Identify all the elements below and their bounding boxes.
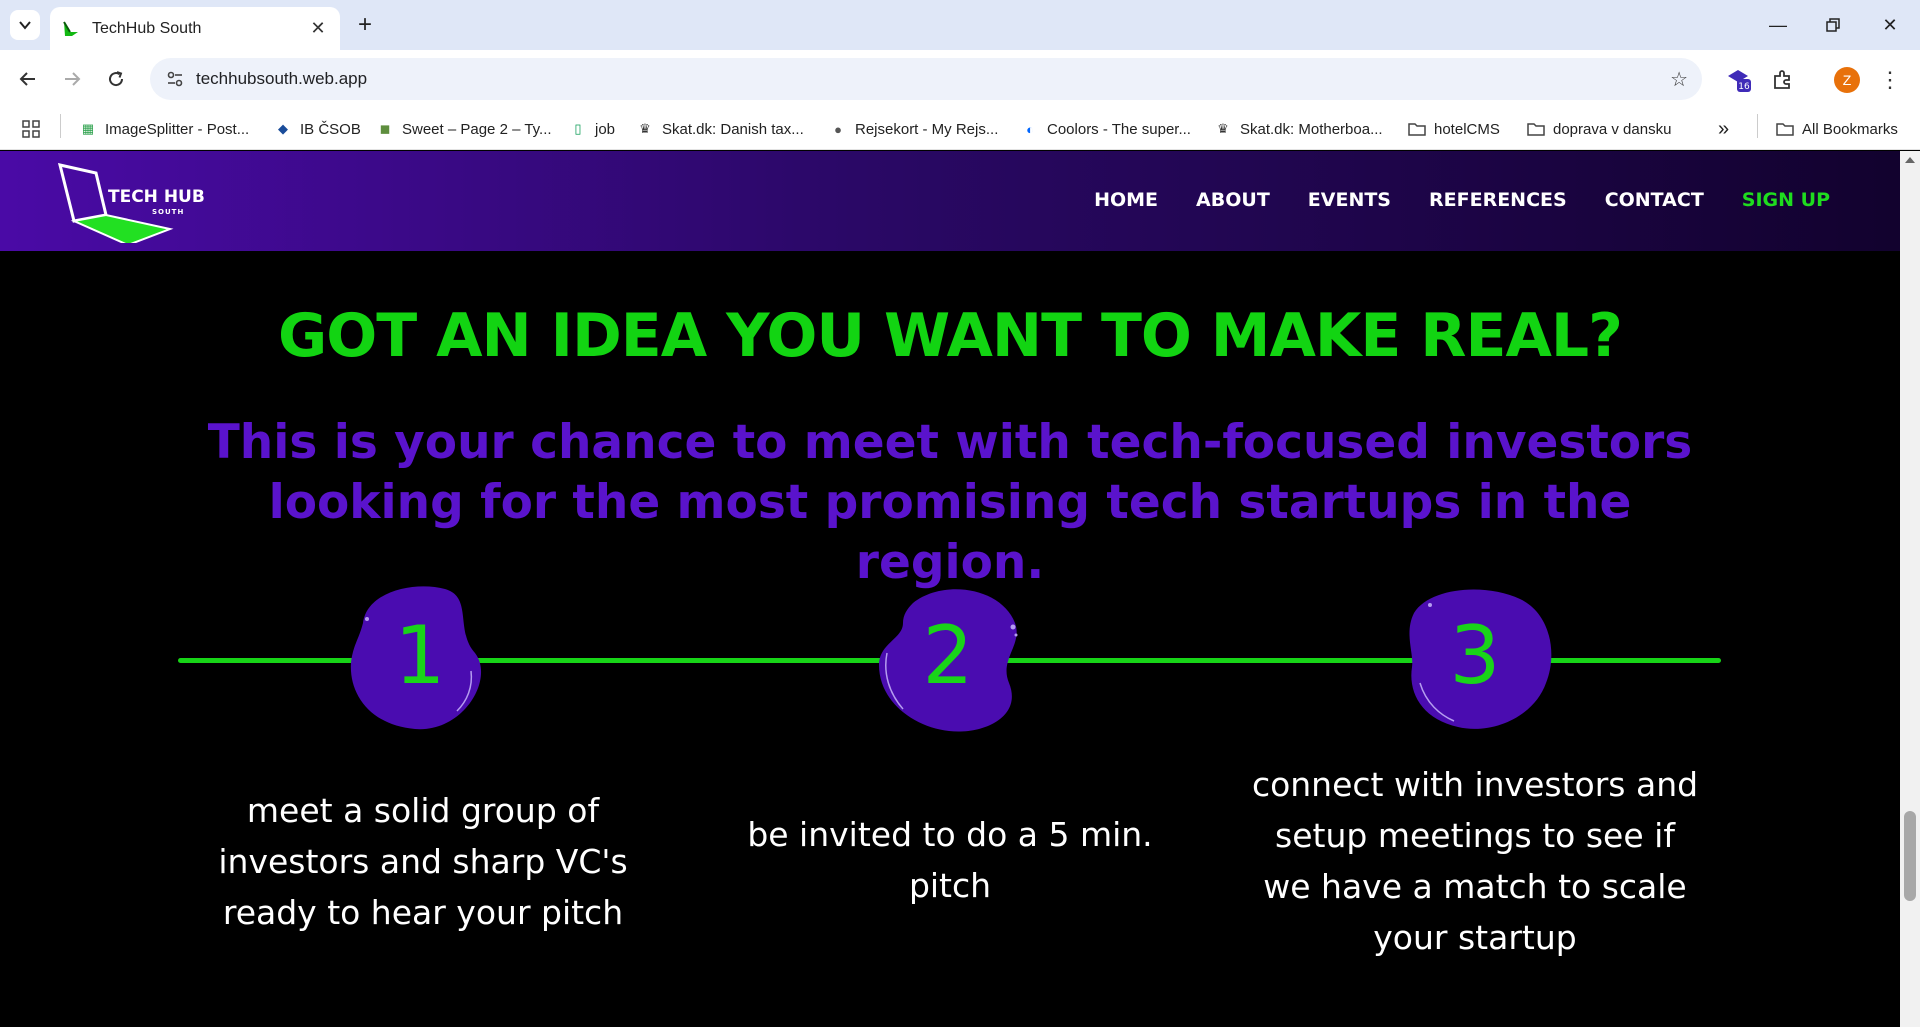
folder-icon: [1527, 120, 1545, 138]
csob-icon: ◆: [278, 121, 288, 136]
page-viewport: TECH HUB SOUTH HOME ABOUT EVENTS REFEREN…: [0, 151, 1900, 1027]
nav-references[interactable]: REFERENCES: [1429, 189, 1567, 211]
arrow-right-icon: [65, 72, 81, 86]
logo-text: TECH HUB: [108, 187, 205, 207]
bookmark-folder[interactable]: doprava v dansku: [1527, 117, 1671, 141]
chevron-down-icon: [19, 21, 31, 30]
bookmark-item[interactable]: ▯ job: [569, 117, 615, 141]
bookmark-item[interactable]: ◼ Sweet – Page 2 – Ty...: [376, 117, 552, 141]
scroll-up-arrow-icon[interactable]: [1905, 157, 1915, 163]
tab-title: TechHub South: [92, 19, 202, 37]
browser-tab-active[interactable]: TechHub South ✕: [50, 7, 340, 50]
new-tab-button[interactable]: +: [350, 10, 380, 40]
extension-icon[interactable]: 16: [1724, 66, 1752, 94]
all-bookmarks-folder[interactable]: All Bookmarks: [1776, 117, 1898, 141]
nav-about[interactable]: ABOUT: [1196, 189, 1270, 211]
logo-subtext: SOUTH: [152, 208, 185, 216]
scrollbar-thumb[interactable]: [1904, 811, 1916, 901]
step-1-text: meet a solid group of investors and shar…: [218, 791, 628, 932]
folder-icon: [1776, 120, 1794, 138]
apps-grid-icon[interactable]: [22, 117, 40, 141]
coolors-icon: ◐: [1026, 121, 1034, 137]
main-nav: HOME ABOUT EVENTS REFERENCES CONTACT SIG…: [1094, 189, 1830, 211]
crown-icon: ♛: [639, 121, 651, 136]
arrow-left-icon: [19, 72, 35, 86]
tab-search-button[interactable]: [10, 10, 40, 40]
page-scrollbar[interactable]: [1900, 151, 1920, 1027]
reload-button[interactable]: [100, 63, 132, 95]
imagesplitter-icon: ▦: [81, 121, 95, 136]
step-3-text: connect with investors and setup meeting…: [1251, 765, 1699, 957]
step-1-badge: 1: [345, 583, 505, 739]
browser-tab-strip: TechHub South ✕ + — ✕: [0, 0, 1920, 50]
nav-events[interactable]: EVENTS: [1308, 189, 1391, 211]
techhub-favicon-icon: [63, 20, 78, 36]
extensions-puzzle-icon[interactable]: [1769, 66, 1797, 94]
hero-headline: GOT AN IDEA YOU WANT TO MAKE REAL?: [278, 301, 1623, 371]
back-button[interactable]: [12, 63, 44, 95]
url-text[interactable]: techhubsouth.web.app: [196, 69, 1670, 89]
address-bar[interactable]: techhubsouth.web.app ☆: [150, 58, 1702, 100]
reload-icon: [109, 71, 124, 87]
bookmark-item[interactable]: ▦ ImageSplitter - Post...: [79, 117, 249, 141]
globe-icon: ●: [834, 121, 842, 137]
step-2-text: be invited to do a 5 min. pitch: [747, 815, 1153, 905]
step-2-badge: 2: [873, 583, 1033, 739]
bookmark-star-icon[interactable]: ☆: [1670, 67, 1688, 92]
shopify-icon: ◼: [379, 121, 391, 136]
bookmark-separator: [60, 114, 61, 138]
close-tab-icon[interactable]: ✕: [308, 18, 328, 39]
step-3-number: 3: [1449, 609, 1501, 702]
bookmarks-overflow-button[interactable]: »: [1718, 117, 1729, 141]
folder-icon: [1408, 120, 1426, 138]
site-header: TECH HUB SOUTH HOME ABOUT EVENTS REFEREN…: [0, 151, 1900, 251]
profile-avatar[interactable]: Z: [1834, 67, 1860, 93]
hero-subheading: This is your chance to meet with tech-fo…: [207, 415, 1693, 590]
browser-menu-icon[interactable]: ⋮: [1879, 62, 1901, 98]
nav-sign-up[interactable]: SIGN UP: [1742, 189, 1830, 211]
restore-icon: [1826, 18, 1840, 32]
bookmarks-bar: ▦ ImageSplitter - Post... ◆ IB ČSOB ◼ Sweet…: [0, 108, 1920, 150]
step-1-number: 1: [394, 609, 446, 702]
restore-window-button[interactable]: [1813, 8, 1853, 42]
extension-badge: 16: [1738, 82, 1750, 92]
close-window-button[interactable]: ✕: [1870, 8, 1910, 42]
nav-home[interactable]: HOME: [1094, 189, 1158, 211]
minimize-window-button[interactable]: —: [1758, 8, 1798, 42]
bookmark-separator: [1757, 114, 1758, 138]
bookmark-item[interactable]: ◆ IB ČSOB: [274, 117, 361, 141]
forward-button[interactable]: [56, 63, 88, 95]
crown-icon: ♛: [1217, 121, 1229, 136]
step-2-number: 2: [922, 609, 974, 702]
step-3-badge: 3: [1400, 583, 1560, 739]
bookmark-item[interactable]: ♛ Skat.dk: Motherboa...: [1214, 117, 1382, 141]
sheets-icon: ▯: [574, 121, 582, 136]
bookmark-item[interactable]: ◐ Coolors - The super...: [1021, 117, 1191, 141]
bookmark-item[interactable]: ♛ Skat.dk: Danish tax...: [636, 117, 804, 141]
bookmark-folder[interactable]: hotelCMS: [1408, 117, 1500, 141]
browser-toolbar: techhubsouth.web.app ☆ 16: [0, 50, 1920, 108]
site-info-icon[interactable]: [164, 68, 186, 90]
bookmark-item[interactable]: ● Rejsekort - My Rejs...: [829, 117, 998, 141]
nav-contact[interactable]: CONTACT: [1605, 189, 1704, 211]
